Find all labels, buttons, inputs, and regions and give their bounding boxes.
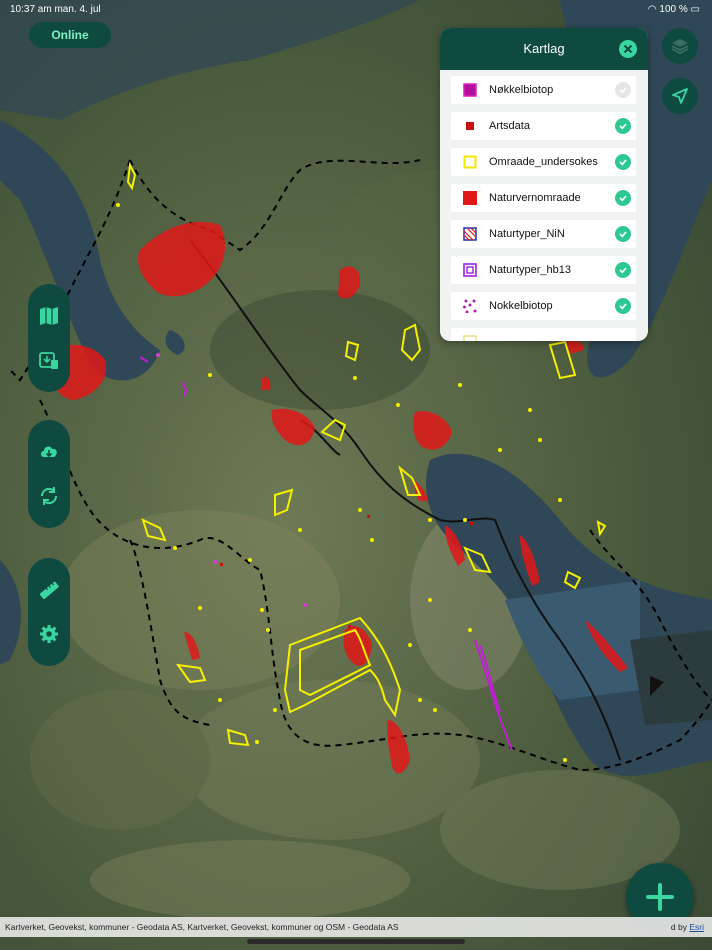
sync-icon xyxy=(40,487,58,505)
layer-label: Nokkelbiotop xyxy=(489,300,553,312)
layer-label: Naturtyper_NiN xyxy=(489,228,565,240)
checked-icon[interactable] xyxy=(615,118,631,134)
status-right: ◠ 100 % ▭ xyxy=(648,4,700,15)
layers-stack-icon xyxy=(671,39,689,55)
purple-double-outline-symbol-icon xyxy=(463,263,477,277)
measure-button[interactable] xyxy=(31,572,67,608)
folded-map-icon xyxy=(40,307,58,325)
layer-item-naturtyper-hb13[interactable]: Naturtyper_hb13 xyxy=(451,256,636,284)
basemap-button[interactable] xyxy=(31,298,67,334)
close-icon xyxy=(623,44,633,54)
unchecked-icon[interactable] xyxy=(615,82,631,98)
download-button[interactable] xyxy=(31,434,67,470)
layer-item-nokkelbiotop-polygon[interactable]: Nøkkelbiotop xyxy=(451,76,636,104)
layer-label: Naturvernomraade xyxy=(489,192,581,204)
esri-link[interactable]: Esri xyxy=(689,922,704,932)
layer-label: Naturtyper_hb13 xyxy=(489,264,571,276)
checked-icon[interactable] xyxy=(615,262,631,278)
layers-button[interactable] xyxy=(662,28,698,64)
status-bar: 10:37 am man. 4. jul ◠ 100 % ▭ xyxy=(0,2,712,18)
offline-maps-button[interactable] xyxy=(31,342,67,378)
locate-button[interactable] xyxy=(662,78,698,114)
red-fill-symbol-icon xyxy=(463,191,477,205)
checked-icon[interactable] xyxy=(615,298,631,314)
layer-item-naturtyper-nin[interactable]: Naturtyper_NiN xyxy=(451,220,636,248)
checked-icon[interactable] xyxy=(615,190,631,206)
layer-item-naturvernomraade[interactable]: Naturvernomraade xyxy=(451,184,636,212)
map-attribution: Kartverket, Geovekst, kommuner - Geodata… xyxy=(0,917,712,937)
layers-panel-title: Kartlag xyxy=(523,41,565,56)
hatched-symbol-icon xyxy=(463,227,477,241)
layers-panel: Kartlag Nøkkelbiotop Artsdata Omraade_un… xyxy=(440,28,648,341)
sync-button[interactable] xyxy=(31,478,67,514)
wifi-icon: ◠ xyxy=(647,4,657,15)
checked-icon[interactable] xyxy=(615,154,631,170)
battery-icon: ▭ xyxy=(690,4,700,15)
yellow-outline-symbol-icon xyxy=(463,155,477,169)
map-tools-group xyxy=(28,284,70,392)
navigation-arrow-icon xyxy=(672,88,688,104)
layers-panel-header: Kartlag xyxy=(440,28,648,70)
layer-item-partial[interactable] xyxy=(451,328,636,341)
home-indicator[interactable] xyxy=(247,939,465,944)
layer-item-omraade-undersokes[interactable]: Omraade_undersokes xyxy=(451,148,636,176)
red-point-symbol-icon xyxy=(466,122,474,130)
powered-by: d by Esri xyxy=(671,922,704,932)
close-layers-button[interactable] xyxy=(619,40,637,58)
checked-icon[interactable] xyxy=(615,226,631,242)
layer-item-artsdata[interactable]: Artsdata xyxy=(451,112,636,140)
data-sync-group xyxy=(28,420,70,528)
pale-yellow-symbol-icon xyxy=(463,335,477,341)
gear-icon xyxy=(40,625,58,643)
cloud-download-icon xyxy=(41,446,57,458)
settings-button[interactable] xyxy=(31,616,67,652)
powered-prefix: d by xyxy=(670,922,690,932)
map-download-icon xyxy=(39,352,58,369)
purple-dotted-symbol-icon xyxy=(463,299,477,313)
online-status-badge: Online xyxy=(29,22,111,48)
layer-label: Nøkkelbiotop xyxy=(489,84,554,96)
status-time: 10:37 am man. 4. jul xyxy=(10,4,101,15)
layer-label: Omraade_undersokes xyxy=(489,156,598,168)
plus-icon xyxy=(646,883,674,911)
attribution-text: Kartverket, Geovekst, kommuner - Geodata… xyxy=(5,922,399,932)
layer-label: Artsdata xyxy=(489,120,530,132)
purple-square-symbol-icon xyxy=(463,83,477,97)
battery-percent: 100 % xyxy=(659,4,688,15)
layer-item-nokkelbiotop-points[interactable]: Nokkelbiotop xyxy=(451,292,636,320)
utility-group xyxy=(28,558,70,666)
ruler-icon xyxy=(39,581,59,600)
